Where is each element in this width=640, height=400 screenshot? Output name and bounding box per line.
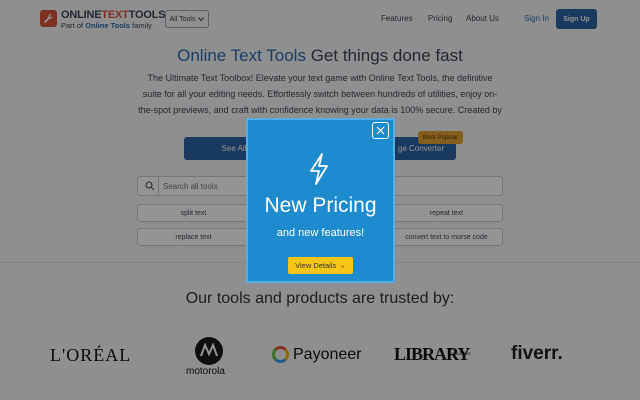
modal-subtitle: and new features! [276, 227, 365, 239]
modal-title: New Pricing [264, 194, 377, 217]
view-details-button[interactable]: View Details → [288, 257, 353, 274]
lightning-bolt-icon [310, 153, 328, 185]
close-icon [376, 126, 385, 135]
close-button[interactable] [372, 122, 389, 139]
